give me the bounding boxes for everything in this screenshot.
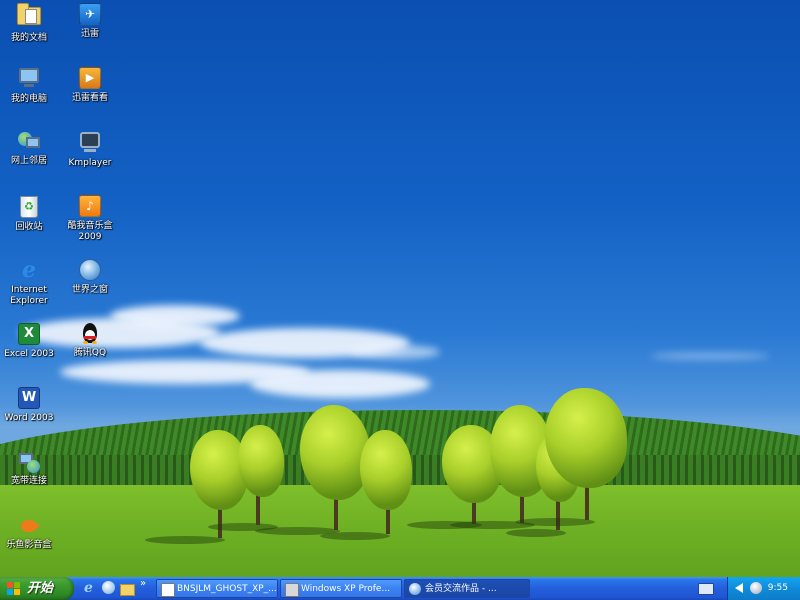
desktop-icon-excel[interactable]: X Excel 2003 — [0, 322, 61, 360]
leyu-media-box-icon — [17, 514, 41, 538]
my-documents-icon — [17, 3, 41, 31]
internet-explorer-icon: e — [22, 257, 36, 283]
system-tray: 9:55 — [727, 577, 800, 600]
network-places-icon — [17, 130, 41, 154]
desktop-icon-my-computer[interactable]: 我的电脑 — [0, 66, 61, 105]
desktop-icon-label: 世界之窗 — [71, 285, 108, 295]
desktop-icon-recycle-bin[interactable]: ♻ 回收站 — [0, 194, 61, 233]
cloud — [110, 305, 240, 327]
quick-launch-ie-icon[interactable]: e — [84, 581, 98, 595]
desktop-icon-label: 网上邻居 — [10, 156, 47, 166]
desktop-icon-label: 我的文档 — [10, 33, 47, 43]
desktop-icon-kmplayer[interactable]: Kmplayer — [58, 130, 122, 169]
start-label: 开始 — [27, 581, 54, 596]
window-icon — [285, 583, 299, 597]
desktop-wallpaper: 我的文档 我的电脑 网上邻居 ♻ 回收站 e Internet Explorer… — [0, 0, 800, 577]
task-label: Windows XP Profe... — [301, 584, 391, 594]
my-computer-icon — [17, 68, 41, 92]
desktop-icon-label: Internet Explorer — [10, 285, 48, 306]
desktop-icon-label: 迅雷看看 — [71, 93, 108, 103]
desktop-icon-theworld-browser[interactable]: 世界之窗 — [58, 258, 122, 296]
volume-icon[interactable] — [735, 583, 743, 593]
kmplayer-icon — [78, 132, 102, 156]
theworld-browser-icon — [78, 259, 102, 283]
desktop-icon-label: 迅雷 — [80, 29, 99, 39]
recycle-bin-icon: ♻ — [17, 196, 41, 220]
desktop-icon-broadband-connection[interactable]: 宽带连接 — [0, 450, 61, 487]
desktop-icon-internet-explorer[interactable]: e Internet Explorer — [0, 258, 61, 307]
window-icon — [161, 583, 175, 597]
kuwo-music-box-icon: ♪ — [78, 195, 102, 219]
xunlei-kankan-icon: ▶ — [78, 67, 102, 91]
tencent-qq-icon — [78, 322, 102, 346]
desktop-icon-word[interactable]: W Word 2003 — [0, 386, 61, 424]
tray-app-icon[interactable] — [750, 582, 762, 594]
desktop-icon-label: 乐鱼影音盒 — [6, 540, 52, 550]
taskbar-button-windows-xp-professional[interactable]: Windows XP Profe... — [280, 579, 402, 598]
desktop-icon-label: 宽带连接 — [10, 476, 47, 486]
cloud — [250, 370, 430, 398]
desktop-icon-tencent-qq[interactable]: 腾讯QQ — [58, 322, 122, 359]
quick-launch-more-icon[interactable]: » — [140, 578, 146, 589]
broadband-connection-icon — [17, 450, 41, 474]
desktop-icon-label: 回收站 — [15, 222, 43, 232]
desktop-icon-network-places[interactable]: 网上邻居 — [0, 130, 61, 167]
taskbar: 开始 e » BNSJLM_GHOST_XP_... Windows XP Pr… — [0, 577, 800, 600]
xunlei-icon: ✈ — [78, 3, 102, 27]
cloud — [650, 352, 770, 360]
desktop-icon-label: Kmplayer — [68, 158, 112, 168]
keyboard-icon[interactable] — [698, 583, 714, 595]
desktop-icon-xunlei[interactable]: ✈ 迅雷 — [58, 2, 122, 40]
desktop-icon-label: 腾讯QQ — [73, 348, 107, 358]
cloud — [350, 345, 440, 359]
task-label: BNSJLM_GHOST_XP_... — [177, 584, 277, 594]
desktop-icon-label: 我的电脑 — [10, 94, 47, 104]
taskbar-button-ghost-xp[interactable]: BNSJLM_GHOST_XP_... — [156, 579, 278, 598]
desktop-icon-label: Excel 2003 — [4, 349, 54, 359]
quick-launch-browser-icon[interactable] — [102, 581, 116, 595]
desktop-icon-label: 酷我音乐盒 2009 — [67, 221, 113, 242]
start-button[interactable]: 开始 — [0, 577, 74, 600]
taskbar-button-member-exchange[interactable]: 会员交流作品 - ... — [404, 579, 530, 598]
windows-logo-icon — [7, 582, 21, 595]
desktop-icon-xunlei-kankan[interactable]: ▶ 迅雷看看 — [58, 66, 122, 104]
desktop-icon-my-documents[interactable]: 我的文档 — [0, 2, 61, 44]
desktop-icon-label: Word 2003 — [4, 413, 54, 423]
desktop-icon-kuwo-music-box[interactable]: ♪ 酷我音乐盒 2009 — [58, 194, 122, 243]
task-label: 会员交流作品 - ... — [425, 584, 497, 594]
excel-icon: X — [17, 323, 41, 347]
browser-icon — [409, 583, 421, 595]
quick-launch-folder-icon[interactable] — [120, 581, 135, 596]
clock[interactable]: 9:55 — [768, 577, 788, 600]
desktop-icon-leyu-media-box[interactable]: 乐鱼影音盒 — [0, 514, 61, 551]
word-icon: W — [17, 387, 41, 411]
